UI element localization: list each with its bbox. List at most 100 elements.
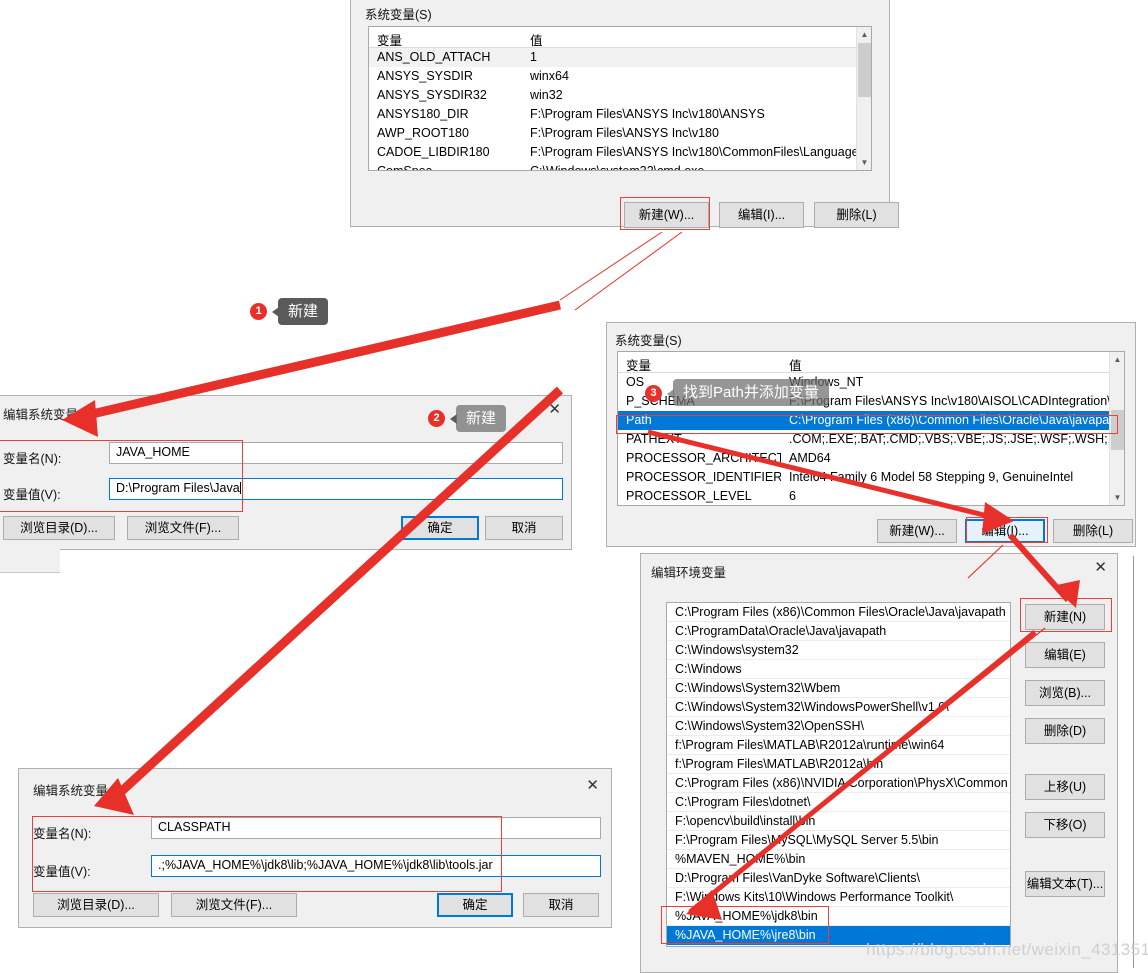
dialog-title-javahome: 编辑系统变量 bbox=[3, 408, 79, 422]
path-entry-text: %JAVA_HOME%\jdk8\bin bbox=[675, 909, 818, 923]
table-body: ANS_OLD_ATTACH 1 ANSYS_SYSDIR winx64 ANSYS_S… bbox=[369, 48, 871, 171]
list-item[interactable]: C:\Windows bbox=[667, 660, 1010, 679]
table-row[interactable]: Path C:\Program Files (x86)\Common Files\… bbox=[618, 411, 1124, 430]
move-down-button-env[interactable]: 下移(O) bbox=[1025, 812, 1105, 838]
list-item[interactable]: C:\Program Files\dotnet\ bbox=[667, 793, 1010, 812]
list-item[interactable]: C:\ProgramData\Oracle\Java\javapath bbox=[667, 622, 1010, 641]
list-item[interactable]: D:\Program Files\VanDyke Software\Client… bbox=[667, 869, 1010, 888]
path-entry-text: C:\Windows\System32\Wbem bbox=[675, 681, 841, 695]
scrollbar-thumb[interactable] bbox=[858, 43, 871, 97]
table-row[interactable]: ANS_OLD_ATTACH 1 bbox=[369, 48, 871, 67]
variable-name-input-classpath[interactable]: CLASSPATH bbox=[151, 817, 601, 839]
path-entry-text: f:\Program Files\MATLAB\R2012a\runtime\w… bbox=[675, 738, 945, 752]
cancel-button-javahome[interactable]: 取消 bbox=[485, 516, 563, 540]
browse-file-button-classpath[interactable]: 浏览文件(F)... bbox=[171, 893, 297, 917]
table-row[interactable]: AWP_ROOT180 F:\Program Files\ANSYS Inc\v1… bbox=[369, 124, 871, 143]
delete-button-right-label: 删除(L) bbox=[1072, 524, 1114, 538]
path-entry-text: F:\opencv\build\install\bin bbox=[675, 814, 816, 828]
variable-name-cell: PROCESSOR_IDENTIFIER bbox=[626, 470, 781, 484]
column-header-value-right: 值 bbox=[789, 359, 802, 373]
delete-button-top[interactable]: 删除(L) bbox=[814, 202, 899, 228]
cancel-button-classpath[interactable]: 取消 bbox=[523, 893, 599, 917]
edit-system-variable-dialog-classpath: 编辑系统变量 ✕ 变量名(N): CLASSPATH 变量值(V): .;%JA… bbox=[18, 768, 612, 928]
variable-value-cell: C:\Windows\system32\cmd.exe bbox=[530, 164, 705, 171]
list-item[interactable]: %MAVEN_HOME%\bin bbox=[667, 850, 1010, 869]
variable-name-cell: ANSYS_SYSDIR bbox=[377, 69, 473, 83]
table-row[interactable]: CADOE_LIBDIR180 F:\Program Files\ANSYS In… bbox=[369, 143, 871, 162]
variable-value-input-classpath[interactable]: .;%JAVA_HOME%\jdk8\lib;%JAVA_HOME%\jdk8\… bbox=[151, 855, 601, 877]
variable-name-cell: PROCESSOR_ARCHITECT... bbox=[626, 451, 781, 465]
list-item[interactable]: F:\opencv\build\install\bin bbox=[667, 812, 1010, 831]
callout-2-bubble: 新建 bbox=[456, 405, 507, 432]
new-button-top[interactable]: 新建(W)... bbox=[624, 202, 709, 228]
new-button-env-label: 新建(N) bbox=[1043, 610, 1087, 624]
list-item[interactable]: C:\Windows\system32 bbox=[667, 641, 1010, 660]
path-entry-text: F:\Windows Kits\10\Windows Performance T… bbox=[675, 890, 954, 904]
table-header: 变量 值 bbox=[369, 27, 871, 48]
new-button-right[interactable]: 新建(W)... bbox=[877, 519, 957, 543]
dialog-title-classpath: 编辑系统变量 bbox=[33, 784, 109, 798]
close-icon-env-editor[interactable]: ✕ bbox=[1094, 560, 1107, 575]
list-item[interactable]: C:\Windows\System32\Wbem bbox=[667, 679, 1010, 698]
system-variables-table-right[interactable]: 变量 值 OSWindows_NTP_SCHEMAF:\Program File… bbox=[617, 351, 1125, 506]
cancel-label-classpath: 取消 bbox=[548, 898, 574, 912]
browse-directory-button-javahome[interactable]: 浏览目录(D)... bbox=[3, 516, 115, 540]
variable-value-input-javahome[interactable]: D:\Program Files\Java bbox=[109, 478, 563, 500]
table-row[interactable]: ComSpec C:\Windows\system32\cmd.exe bbox=[369, 162, 871, 171]
browse-button-env[interactable]: 浏览(B)... bbox=[1025, 680, 1105, 706]
close-icon-javahome[interactable]: ✕ bbox=[548, 402, 561, 417]
move-up-button-env[interactable]: 上移(U) bbox=[1025, 774, 1105, 800]
scroll-down-icon[interactable]: ▼ bbox=[857, 155, 871, 170]
scroll-up-icon-right[interactable]: ▲ bbox=[1110, 352, 1124, 367]
path-entries-list[interactable]: C:\Program Files (x86)\Common Files\Orac… bbox=[666, 602, 1011, 947]
list-item[interactable]: C:\Windows\System32\OpenSSH\ bbox=[667, 717, 1010, 736]
delete-button-env[interactable]: 删除(D) bbox=[1025, 718, 1105, 744]
variable-name-cell: AWP_ROOT180 bbox=[377, 126, 469, 140]
path-entry-text: C:\ProgramData\Oracle\Java\javapath bbox=[675, 624, 887, 638]
scroll-up-icon[interactable]: ▲ bbox=[857, 27, 871, 42]
table-row[interactable]: ANSYS_SYSDIR winx64 bbox=[369, 67, 871, 86]
list-item[interactable]: C:\Program Files (x86)\NVIDIA Corporatio… bbox=[667, 774, 1010, 793]
browse-file-button-javahome[interactable]: 浏览文件(F)... bbox=[127, 516, 239, 540]
table-row[interactable]: PATHEXT .COM;.EXE;.BAT;.CMD;.VBS;.VBE;.JS… bbox=[618, 430, 1124, 449]
table-row[interactable]: ANSYS_SYSDIR32 win32 bbox=[369, 86, 871, 105]
variable-name-cell: PATHEXT bbox=[626, 432, 682, 446]
edit-text-button-env-label: 编辑文本(T)... bbox=[1026, 877, 1104, 891]
ok-button-classpath[interactable]: 确定 bbox=[437, 893, 513, 917]
list-item[interactable]: C:\Program Files (x86)\Common Files\Orac… bbox=[667, 603, 1010, 622]
system-variables-table-top[interactable]: 变量 值 ANS_OLD_ATTACH 1 ANSYS_SYSDIR winx64 AN… bbox=[368, 26, 872, 171]
delete-button-right[interactable]: 删除(L) bbox=[1053, 519, 1133, 543]
variable-name-input-javahome[interactable]: JAVA_HOME bbox=[109, 442, 563, 464]
variable-value-cell: win32 bbox=[530, 88, 563, 102]
table-row[interactable]: ANSYS180_DIR F:\Program Files\ANSYS Inc\v… bbox=[369, 105, 871, 124]
edit-text-button-env[interactable]: 编辑文本(T)... bbox=[1025, 871, 1105, 897]
dialog-title-env-editor: 编辑环境变量 bbox=[651, 566, 727, 580]
scrollbar-thumb-right[interactable] bbox=[1111, 410, 1124, 450]
list-item[interactable]: F:\Program Files\MySQL\MySQL Server 5.5\… bbox=[667, 831, 1010, 850]
list-item[interactable]: %JAVA_HOME%\jdk8\bin bbox=[667, 907, 1010, 926]
close-icon-classpath[interactable]: ✕ bbox=[586, 778, 599, 793]
vertical-scrollbar-right[interactable]: ▲ ▼ bbox=[1109, 352, 1124, 505]
scroll-down-icon-right[interactable]: ▼ bbox=[1110, 490, 1124, 505]
table-row[interactable]: PROCESSOR_IDENTIFIER Intel64 Family 6 Mod… bbox=[618, 468, 1124, 487]
edit-button-right[interactable]: 编辑(I)... bbox=[965, 519, 1045, 543]
path-entry-text: F:\Program Files\MySQL\MySQL Server 5.5\… bbox=[675, 833, 939, 847]
vertical-scrollbar[interactable]: ▲ ▼ bbox=[856, 27, 871, 170]
ok-button-javahome[interactable]: 确定 bbox=[401, 516, 479, 540]
list-item[interactable]: f:\Program Files\MATLAB\R2012a\bin bbox=[667, 755, 1010, 774]
list-item[interactable]: f:\Program Files\MATLAB\R2012a\runtime\w… bbox=[667, 736, 1010, 755]
table-row[interactable]: PROCESSOR_LEVEL 6 bbox=[618, 487, 1124, 505]
table-row[interactable]: PROCESSOR_ARCHITECT... AMD64 bbox=[618, 449, 1124, 468]
edit-button-env[interactable]: 编辑(E) bbox=[1025, 642, 1105, 668]
variable-name-cell: ANSYS180_DIR bbox=[377, 107, 469, 121]
new-button-env[interactable]: 新建(N) bbox=[1025, 604, 1105, 630]
variable-name-cell: ANSYS_SYSDIR32 bbox=[377, 88, 487, 102]
list-item[interactable]: C:\Windows\System32\WindowsPowerShell\v1… bbox=[667, 698, 1010, 717]
variable-value-cell: F:\Program Files\ANSYS Inc\v180\ANSYS bbox=[530, 107, 765, 121]
edit-button-right-label: 编辑(I)... bbox=[981, 524, 1029, 538]
edit-button-top[interactable]: 编辑(I)... bbox=[719, 202, 804, 228]
callout-2-badge: 2 bbox=[428, 410, 445, 427]
variable-value-value-classpath: .;%JAVA_HOME%\jdk8\lib;%JAVA_HOME%\jdk8\… bbox=[158, 858, 493, 872]
list-item[interactable]: F:\Windows Kits\10\Windows Performance T… bbox=[667, 888, 1010, 907]
browse-directory-button-classpath[interactable]: 浏览目录(D)... bbox=[33, 893, 159, 917]
